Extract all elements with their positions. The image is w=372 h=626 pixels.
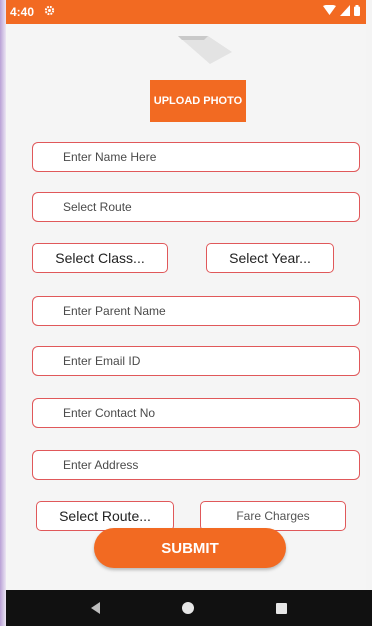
recents-square-icon[interactable] [276,602,287,614]
status-bar: 4:40 [6,0,366,24]
route-field[interactable]: Select Route [32,192,360,222]
email-field[interactable]: Enter Email ID [32,346,360,376]
signal-icon [340,5,350,19]
registration-form: UPLOAD PHOTO Enter Name Here Select Rout… [6,24,366,590]
class-select[interactable]: Select Class... [32,243,168,273]
gear-icon [44,5,55,19]
back-triangle-icon[interactable] [91,602,100,614]
image-placeholder-icon [174,30,234,70]
fare-charges-field[interactable]: Fare Charges [200,501,346,531]
route-select[interactable]: Select Route... [36,501,174,531]
wifi-icon [323,4,336,19]
contact-field[interactable]: Enter Contact No [32,398,360,428]
parent-name-field[interactable]: Enter Parent Name [32,296,360,326]
battery-icon [354,5,360,19]
address-field[interactable]: Enter Address [32,450,360,480]
status-right [323,4,360,19]
name-field[interactable]: Enter Name Here [32,142,360,172]
status-left: 4:40 [10,5,55,19]
submit-button[interactable]: SUBMIT [94,528,286,568]
navigation-bar [6,590,372,626]
home-circle-icon[interactable] [182,602,194,614]
upload-photo-button[interactable]: UPLOAD PHOTO [150,80,246,122]
year-select[interactable]: Select Year... [206,243,334,273]
status-time: 4:40 [10,5,35,19]
